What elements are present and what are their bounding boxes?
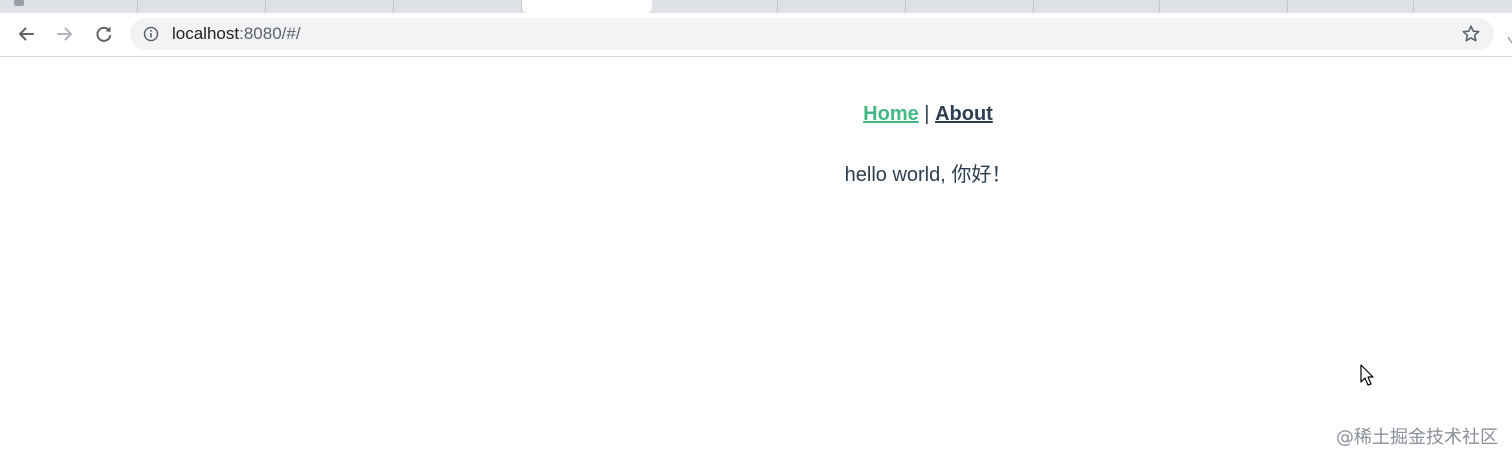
back-button[interactable]	[13, 21, 39, 47]
tab[interactable]	[1414, 0, 1512, 13]
tab-strip	[0, 0, 1512, 13]
tab[interactable]	[138, 0, 266, 13]
tab-favicon-icon	[14, 0, 24, 6]
address-path: :8080/#/	[239, 24, 301, 43]
mouse-cursor-icon	[1360, 364, 1374, 386]
tab[interactable]	[1160, 0, 1288, 13]
greeting-text: hello world, 你好！	[844, 164, 1012, 186]
tab[interactable]	[1288, 0, 1414, 13]
tab-active[interactable]	[522, 0, 652, 13]
info-icon[interactable]	[143, 26, 159, 42]
star-icon[interactable]	[1461, 24, 1481, 44]
tab[interactable]	[778, 0, 906, 13]
browser-toolbar: localhost:8080/#/	[0, 13, 1512, 57]
nav-link-about[interactable]: About	[935, 103, 993, 125]
address-host: localhost	[172, 24, 240, 43]
arrow-right-icon	[57, 27, 72, 41]
address-url[interactable]: localhost:8080/#/	[172, 24, 301, 44]
address-bar[interactable]: localhost:8080/#/	[130, 18, 1494, 50]
nav-link-home[interactable]: Home	[863, 103, 919, 125]
reload-icon	[96, 26, 112, 42]
watermark-text: @稀土掘金技术社区	[1336, 427, 1498, 448]
router-nav: Home | About	[0, 102, 1512, 126]
reload-button[interactable]	[91, 21, 117, 47]
tab[interactable]	[0, 0, 138, 13]
arrow-left-icon	[19, 27, 34, 41]
forward-button[interactable]	[52, 21, 78, 47]
tab[interactable]	[652, 0, 778, 13]
extension-icon[interactable]	[1508, 35, 1512, 45]
tab[interactable]	[266, 0, 394, 13]
tab[interactable]	[1034, 0, 1160, 13]
nav-separator: |	[918, 103, 936, 125]
tab[interactable]	[906, 0, 1034, 13]
tab[interactable]	[394, 0, 522, 13]
page-content: Home | About hello world, 你好！	[0, 58, 1512, 464]
